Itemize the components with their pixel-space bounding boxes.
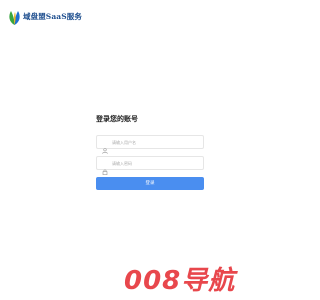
watermark-text: 008导航: [124, 266, 238, 296]
login-button[interactable]: 登录: [96, 177, 204, 190]
header: 域盘盟SaaS服务: [0, 0, 300, 36]
username-input[interactable]: [112, 136, 200, 148]
user-icon: [102, 139, 108, 154]
username-field[interactable]: [96, 135, 204, 154]
password-input[interactable]: [112, 157, 200, 169]
watermark: 008导航: [124, 262, 264, 296]
brand-name: 域盘盟SaaS服务: [23, 12, 82, 21]
leaf-logo-icon[interactable]: [8, 10, 21, 26]
password-field[interactable]: [96, 156, 204, 175]
lock-icon: [102, 160, 108, 175]
login-title: 登录您的账号: [96, 115, 138, 123]
